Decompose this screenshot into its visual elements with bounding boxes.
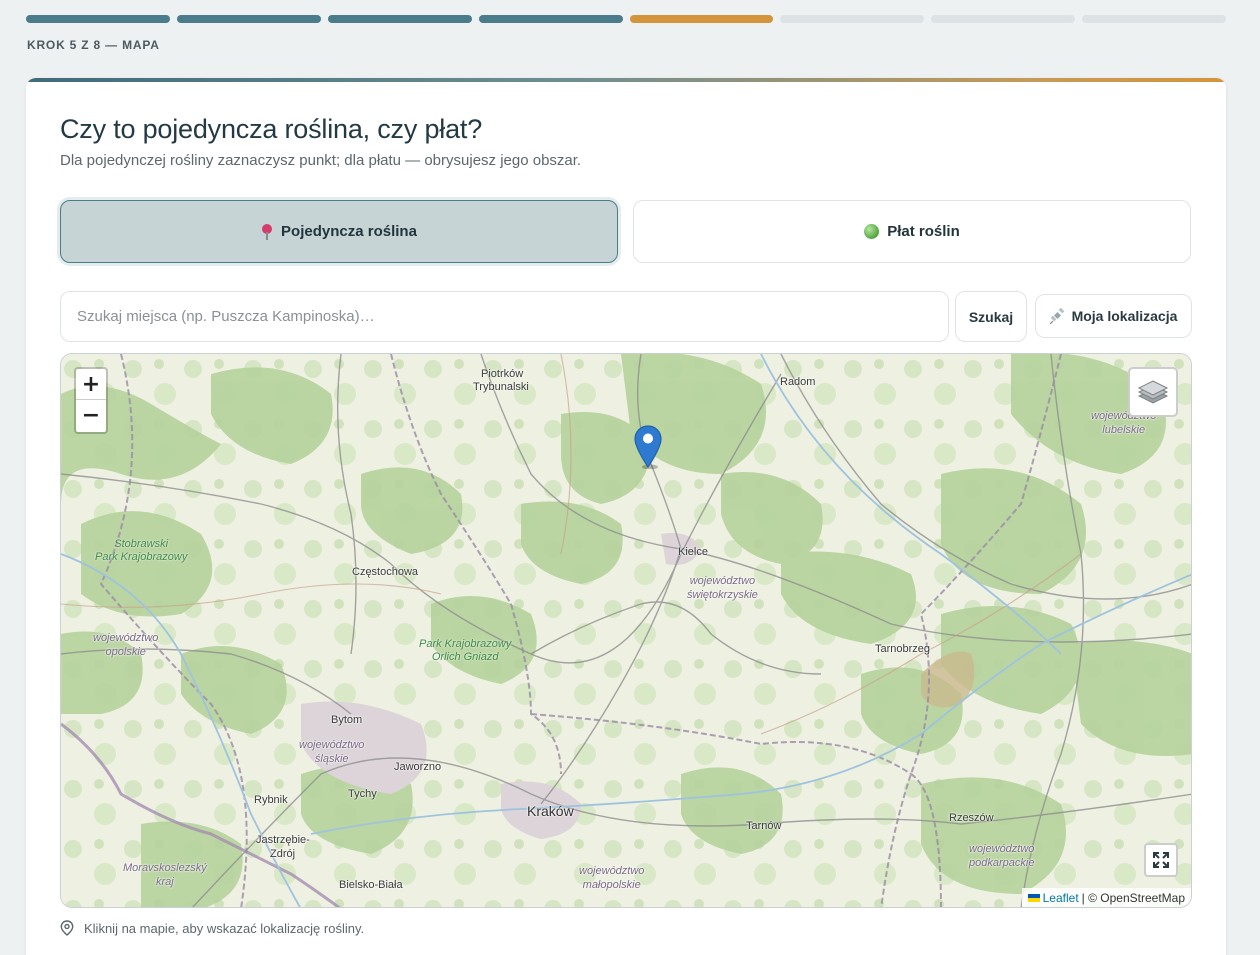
- my-location-button[interactable]: Moja lokalizacja: [1035, 294, 1192, 338]
- step-card: Czy to pojedyncza roślina, czy płat? Dla…: [26, 78, 1226, 955]
- plant-patch-label: Płat roślin: [887, 223, 960, 240]
- progress-segment: [478, 15, 623, 23]
- city-label: Zdrój: [270, 848, 296, 860]
- place-search-input[interactable]: [60, 291, 949, 342]
- green-circle-icon: [864, 224, 880, 239]
- location-marker-icon[interactable]: [634, 425, 662, 469]
- map-canvas[interactable]: Piotrków Trybunalski Radom Kielce Często…: [60, 353, 1192, 908]
- region-label: województwo opolskie: [93, 632, 159, 658]
- fullscreen-button[interactable]: [1144, 843, 1178, 877]
- city-label: Rzeszów: [949, 812, 994, 824]
- leaflet-link[interactable]: Leaflet: [1043, 891, 1079, 905]
- plant-patch-button[interactable]: Płat roślin: [633, 200, 1191, 263]
- city-label: Trybunalski: [473, 381, 529, 393]
- zoom-control: + −: [74, 367, 108, 434]
- progress-bar: [26, 15, 1226, 23]
- satellite-icon: [1049, 308, 1064, 324]
- region-label: województwo świętokrzyskie: [687, 575, 758, 601]
- layers-icon: [1137, 380, 1169, 404]
- city-label: Częstochowa: [352, 566, 419, 578]
- park-label: Park Krajobrazowy Orlich Gniazd: [419, 638, 512, 663]
- zoom-in-button[interactable]: +: [76, 369, 106, 400]
- card-accent-bar: [26, 78, 1226, 82]
- region-label: Moravskoslezský kraj: [123, 862, 207, 888]
- city-label: Bytom: [331, 714, 363, 726]
- map-tiles: [61, 354, 1191, 907]
- progress-segment: [931, 15, 1076, 23]
- city-label: Rybnik: [254, 794, 288, 806]
- region-label: województwo śląskie: [299, 739, 365, 765]
- my-location-label: Moja lokalizacja: [1071, 308, 1178, 324]
- city-label: Radom: [780, 376, 816, 388]
- city-label: Kielce: [678, 546, 708, 558]
- step-label: KROK 5 Z 8 — MAPA: [27, 38, 160, 52]
- attribution-text: | © OpenStreetMap: [1081, 890, 1185, 905]
- progress-segment: [780, 15, 925, 23]
- city-label: Piotrków: [481, 368, 524, 380]
- map-hint-text: Kliknij na mapie, aby wskazać lokalizacj…: [84, 920, 365, 936]
- city-label: Tarnobrzeg: [875, 643, 931, 655]
- region-label: województwo podkarpackie: [969, 843, 1035, 869]
- progress-segment: [1082, 15, 1226, 23]
- question-title: Czy to pojedyncza roślina, czy płat?: [60, 114, 483, 144]
- ukraine-flag-icon: [1027, 893, 1040, 902]
- region-label: województwo małopolskie: [579, 865, 645, 891]
- single-plant-label: Pojedyncza roślina: [281, 223, 417, 240]
- location-pin-icon: [60, 920, 74, 936]
- search-button-label: Szukaj: [968, 308, 1014, 325]
- progress-segment: [26, 15, 170, 23]
- pin-icon: [261, 223, 273, 240]
- map-hint: Kliknij na mapie, aby wskazać lokalizacj…: [60, 920, 364, 936]
- single-plant-button[interactable]: Pojedyncza roślina: [60, 200, 618, 263]
- progress-segment: [327, 15, 472, 23]
- city-label: Kraków: [527, 803, 574, 819]
- fullscreen-icon: [1153, 852, 1169, 868]
- progress-segment: [176, 15, 321, 23]
- city-label: Tychy: [348, 788, 377, 800]
- city-label: Bielsko-Biała: [339, 879, 403, 891]
- city-label: Tarnów: [746, 820, 782, 832]
- search-button[interactable]: Szukaj: [955, 291, 1027, 342]
- zoom-out-button[interactable]: −: [76, 400, 106, 431]
- question-subtitle: Dla pojedynczej rośliny zaznaczysz punkt…: [60, 152, 582, 169]
- layers-button[interactable]: [1128, 367, 1178, 417]
- map-attribution: Leaflet | © OpenStreetMap: [1021, 888, 1191, 907]
- progress-segment: [629, 15, 774, 23]
- park-label: Stobrawski Park Krajobrazowy: [95, 538, 188, 563]
- city-label: Jastrzębie-: [256, 834, 310, 846]
- city-label: Jaworzno: [394, 761, 442, 773]
